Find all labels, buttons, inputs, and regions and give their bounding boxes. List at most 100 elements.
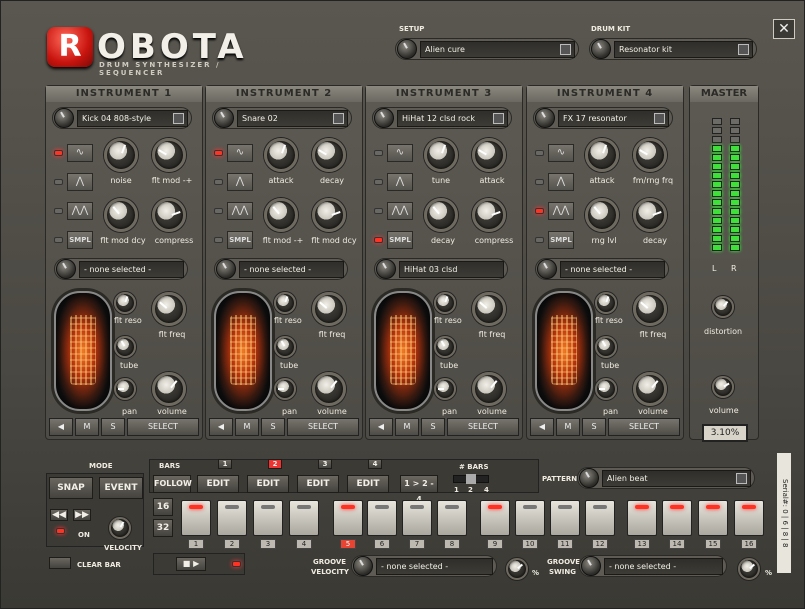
save-icon[interactable] bbox=[333, 112, 344, 124]
play-instrument-icon[interactable]: ◀ bbox=[49, 418, 73, 436]
clear-bar-button[interactable] bbox=[49, 557, 71, 569]
filter-reso-knob[interactable] bbox=[114, 292, 136, 314]
sample-display[interactable]: - none selected - bbox=[560, 260, 665, 278]
forward-icon[interactable]: ▶▶ bbox=[73, 509, 91, 521]
res-32-button[interactable]: 32 bbox=[153, 519, 173, 537]
wave-sine-icon[interactable]: ∿ bbox=[548, 144, 574, 162]
play-instrument-icon[interactable]: ◀ bbox=[369, 418, 393, 436]
num-bars-slider[interactable] bbox=[453, 474, 489, 484]
sample-knob[interactable] bbox=[56, 259, 76, 279]
master-volume-knob[interactable] bbox=[712, 376, 734, 398]
volume-knob[interactable] bbox=[633, 372, 667, 406]
play-instrument-icon[interactable]: ◀ bbox=[530, 418, 554, 436]
param-knob-4[interactable] bbox=[312, 198, 346, 232]
close-button[interactable]: ✕ bbox=[773, 19, 795, 39]
pan-knob[interactable] bbox=[595, 378, 617, 400]
sample-display[interactable]: - none selected - bbox=[79, 260, 184, 278]
waveform-led[interactable] bbox=[214, 208, 223, 214]
step-button[interactable] bbox=[289, 500, 319, 536]
waveform-led[interactable] bbox=[535, 208, 544, 214]
waveform-led[interactable] bbox=[214, 237, 223, 243]
preset-display[interactable]: HiHat 12 clsd rock bbox=[397, 109, 508, 127]
bar-2-button[interactable]: 2 bbox=[268, 459, 282, 469]
param-knob-1[interactable] bbox=[424, 138, 458, 172]
res-16-button[interactable]: 16 bbox=[153, 498, 173, 516]
sample-knob[interactable] bbox=[376, 259, 396, 279]
volume-knob[interactable] bbox=[312, 372, 346, 406]
step-button[interactable] bbox=[627, 500, 657, 536]
preset-selector[interactable]: HiHat 12 clsd rock bbox=[372, 107, 512, 129]
param-knob-2[interactable] bbox=[312, 138, 346, 172]
filter-reso-knob[interactable] bbox=[595, 292, 617, 314]
volume-knob[interactable] bbox=[472, 372, 506, 406]
waveform-led[interactable] bbox=[535, 237, 544, 243]
solo-button[interactable]: S bbox=[261, 418, 285, 436]
event-button[interactable]: EVENT bbox=[99, 477, 143, 499]
save-icon[interactable] bbox=[738, 43, 749, 55]
preset-knob[interactable] bbox=[214, 108, 234, 128]
waveform-led[interactable] bbox=[214, 179, 223, 185]
sample-button[interactable]: SMPL bbox=[548, 231, 574, 249]
waveform-led[interactable] bbox=[374, 179, 383, 185]
setup-display[interactable]: Alien cure bbox=[420, 40, 575, 58]
waveform-led[interactable] bbox=[54, 150, 63, 156]
waveform-led[interactable] bbox=[374, 237, 383, 243]
groove-swing-amount-knob[interactable] bbox=[738, 558, 760, 580]
waveform-led[interactable] bbox=[535, 150, 544, 156]
param-knob-1[interactable] bbox=[585, 138, 619, 172]
groove-swing-display[interactable]: - none selected - bbox=[604, 557, 723, 575]
wave-sine-icon[interactable]: ∿ bbox=[387, 144, 413, 162]
sample-selector[interactable]: HiHat 03 clsd bbox=[374, 258, 508, 280]
wave-saw-icon[interactable]: ⋀⋀ bbox=[548, 202, 574, 220]
step-button[interactable] bbox=[402, 500, 432, 536]
preset-display[interactable]: FX 17 resonator bbox=[558, 109, 669, 127]
param-knob-1[interactable] bbox=[104, 138, 138, 172]
param-knob-2[interactable] bbox=[472, 138, 506, 172]
tube-knob[interactable] bbox=[434, 336, 456, 358]
sample-display[interactable]: HiHat 03 clsd bbox=[399, 260, 504, 278]
pan-knob[interactable] bbox=[274, 378, 296, 400]
groove-swing-selector[interactable]: - none selected - bbox=[579, 555, 727, 577]
param-knob-3[interactable] bbox=[104, 198, 138, 232]
on-led[interactable] bbox=[56, 528, 65, 534]
bar-1-button[interactable]: 1 bbox=[218, 459, 232, 469]
sample-knob[interactable] bbox=[216, 259, 236, 279]
select-button[interactable]: SELECT bbox=[447, 418, 519, 436]
step-button[interactable] bbox=[662, 500, 692, 536]
step-button[interactable] bbox=[253, 500, 283, 536]
filter-freq-knob[interactable] bbox=[633, 292, 667, 326]
save-icon[interactable] bbox=[560, 43, 571, 55]
waveform-led[interactable] bbox=[54, 208, 63, 214]
preset-display[interactable]: Kick 04 808-style bbox=[77, 109, 188, 127]
play-stop-button[interactable]: ■ ▶ bbox=[176, 557, 206, 571]
sample-selector[interactable]: - none selected - bbox=[54, 258, 188, 280]
step-button[interactable] bbox=[734, 500, 764, 536]
solo-button[interactable]: S bbox=[582, 418, 606, 436]
sample-button[interactable]: SMPL bbox=[227, 231, 253, 249]
filter-reso-knob[interactable] bbox=[274, 292, 296, 314]
wave-sine-icon[interactable]: ∿ bbox=[67, 144, 93, 162]
follow-button[interactable]: FOLLOW bbox=[153, 475, 192, 493]
edit-bar-1-button[interactable]: EDIT bbox=[197, 475, 239, 493]
drumkit-knob[interactable] bbox=[591, 39, 611, 59]
wave-saw-icon[interactable]: ⋀⋀ bbox=[387, 202, 413, 220]
save-icon[interactable] bbox=[654, 112, 665, 124]
setup-knob[interactable] bbox=[397, 39, 417, 59]
param-knob-3[interactable] bbox=[264, 198, 298, 232]
groove-velocity-selector[interactable]: - none selected - bbox=[351, 555, 497, 577]
drumkit-selector[interactable]: Resonator kit bbox=[589, 38, 757, 60]
param-knob-3[interactable] bbox=[424, 198, 458, 232]
solo-button[interactable]: S bbox=[421, 418, 445, 436]
param-knob-4[interactable] bbox=[633, 198, 667, 232]
waveform-led[interactable] bbox=[374, 208, 383, 214]
sample-display[interactable]: - none selected - bbox=[239, 260, 344, 278]
wave-triangle-icon[interactable]: ⋀ bbox=[227, 173, 253, 191]
step-button[interactable] bbox=[698, 500, 728, 536]
wave-triangle-icon[interactable]: ⋀ bbox=[67, 173, 93, 191]
distortion-knob[interactable] bbox=[712, 296, 734, 318]
waveform-led[interactable] bbox=[54, 179, 63, 185]
groove-velocity-knob[interactable] bbox=[353, 556, 373, 576]
mute-button[interactable]: M bbox=[75, 418, 99, 436]
step-button[interactable] bbox=[437, 500, 467, 536]
step-button[interactable] bbox=[181, 500, 211, 536]
